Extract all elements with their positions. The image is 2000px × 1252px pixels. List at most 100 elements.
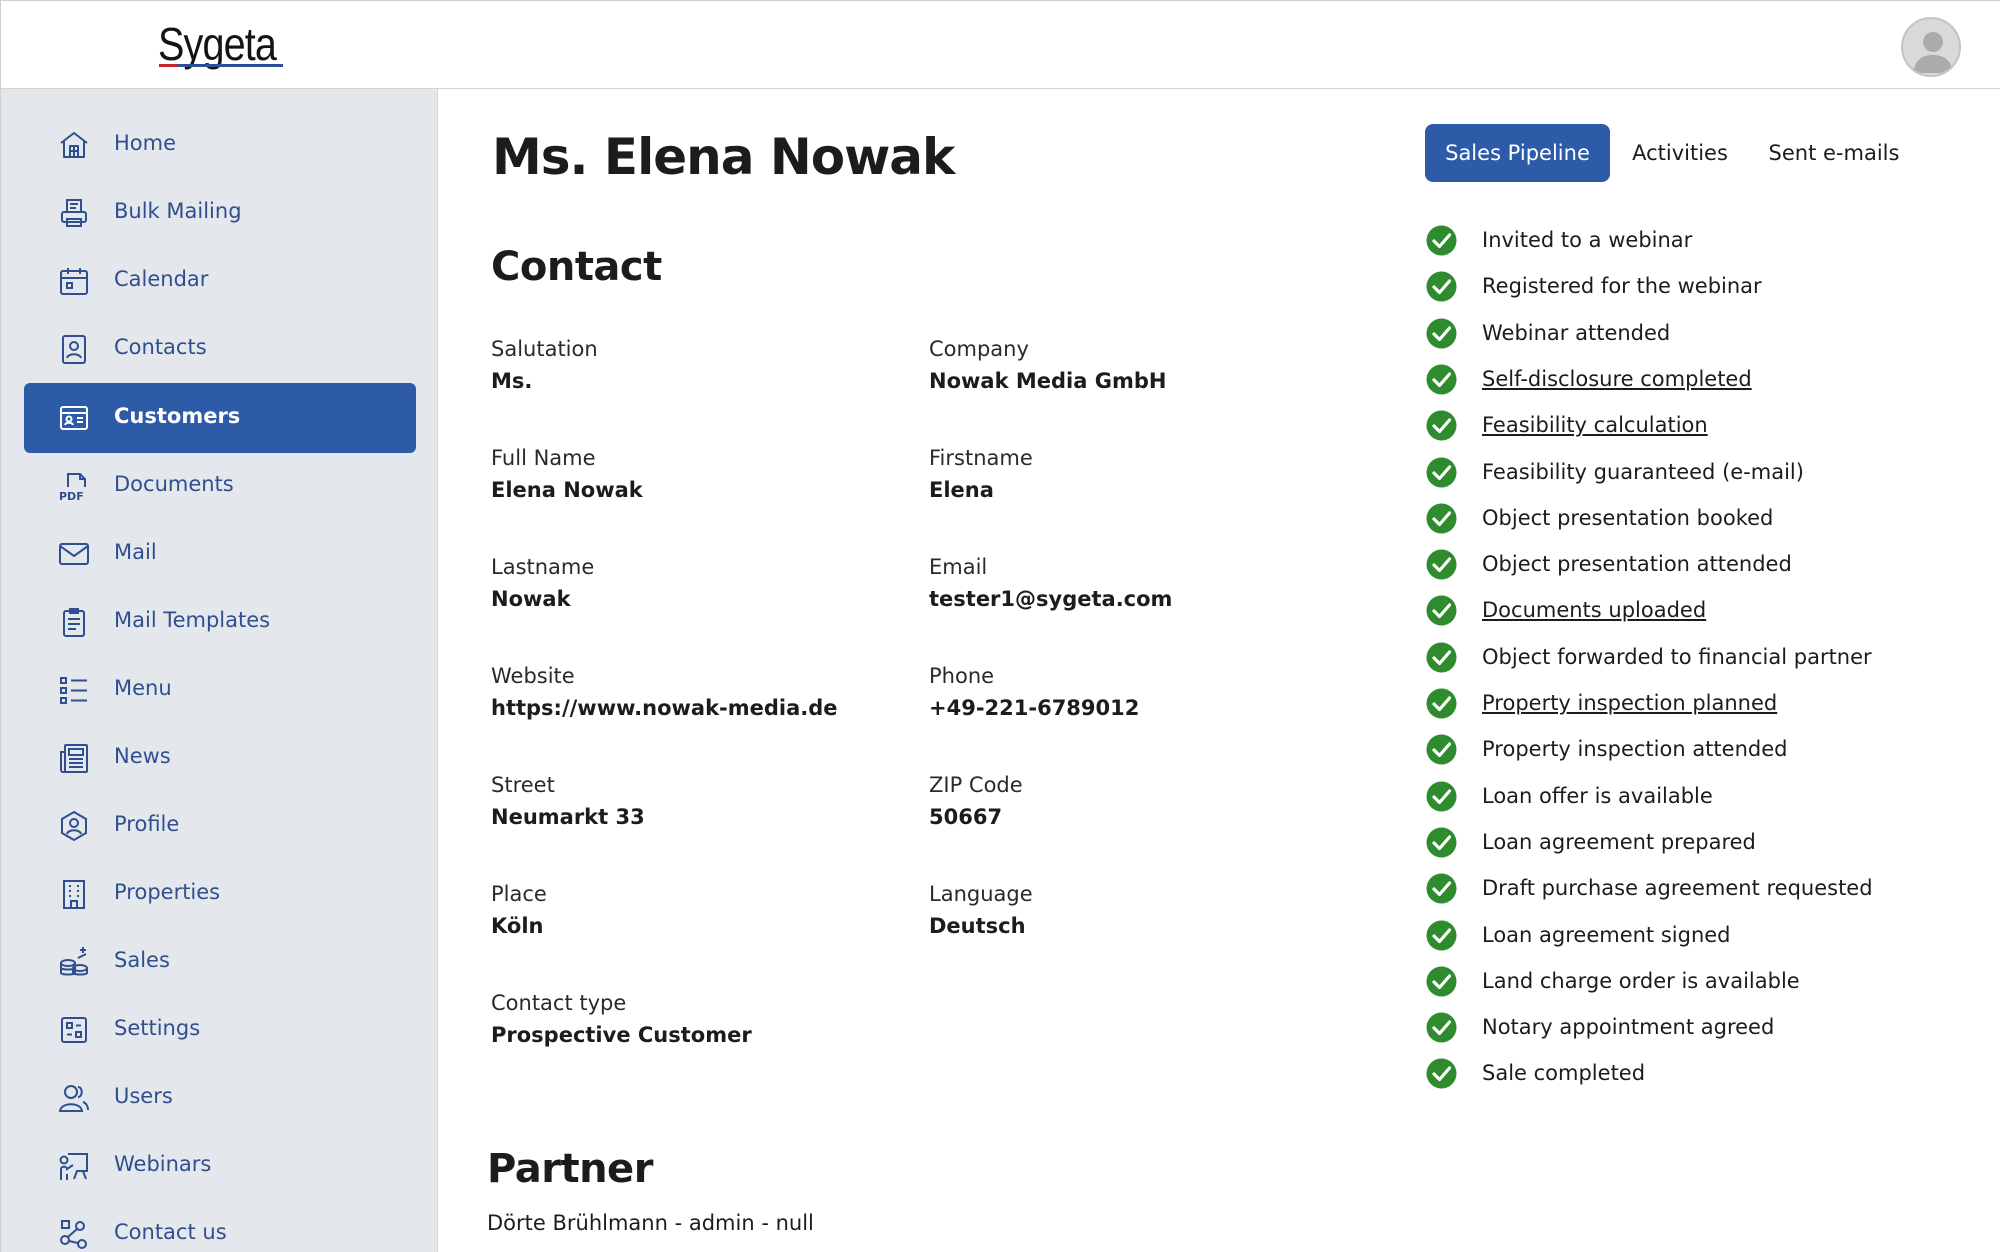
field-label-contact-type: Contact type [491,991,627,1015]
field-label-place: Place [491,882,547,906]
check-circle-icon [1426,1012,1457,1043]
pipeline-step-link[interactable]: Self-disclosure completed [1482,367,1752,391]
field-value-full-name: Elena Nowak [491,478,643,502]
calendar-icon [60,268,88,295]
field-label-zip-code: ZIP Code [929,773,1023,797]
sidebar-item-label: Customers [114,404,241,428]
network-icon [60,1220,87,1249]
field-value-place: Köln [491,914,544,938]
field-value-email: tester1@sygeta.com [929,587,1173,611]
field-label-language: Language [929,882,1033,906]
check-circle-icon [1426,225,1457,256]
pipeline-step-label: Feasibility guaranteed (e-mail) [1482,459,1804,484]
profile-shield-icon [61,810,87,842]
sidebar-item-label: Profile [114,812,180,836]
field-value-zip-code: 50667 [929,805,1003,829]
sidebar-item-news[interactable]: News [24,723,416,793]
sidebar-item-documents[interactable]: PDF Documents [24,451,416,521]
sidebar-item-calendar[interactable]: Calendar [24,246,416,316]
logo[interactable]: Sygeta [158,17,277,71]
sidebar-item-home[interactable]: Home [24,110,416,180]
pipeline-step-label: Webinar attended [1482,320,1671,345]
sidebar-item-label: Mail Templates [114,608,271,632]
page-title: Ms. Elena Nowak [492,128,955,186]
sidebar-item-sales[interactable]: Sales [24,927,416,997]
check-circle-icon [1426,1058,1457,1089]
user-avatar-icon[interactable] [1901,17,1961,77]
tab-activities[interactable]: Activities [1618,124,1742,182]
list-icon [60,677,87,704]
sidebar-item-contacts[interactable]: Contacts [24,314,416,384]
sidebar-item-mail-templates[interactable]: Mail Templates [24,587,416,657]
pipeline-step-link[interactable]: Documents uploaded [1482,598,1706,622]
check-circle-icon [1426,642,1457,673]
sidebar-item-properties[interactable]: Properties [24,859,416,929]
pipeline-step-label: Loan agreement prepared [1482,829,1756,854]
newspaper-icon [60,744,88,773]
field-label-street: Street [491,773,555,797]
sidebar-item-label: News [114,744,171,768]
settings-icon [61,1017,87,1043]
pipeline-step-label: Object forwarded to financial partner [1482,644,1872,669]
pipeline-step-label: Object presentation booked [1482,505,1774,530]
check-circle-icon [1426,688,1457,719]
check-circle-icon [1426,318,1457,349]
sidebar-item-menu[interactable]: Menu [24,655,416,725]
tab-sales-pipeline[interactable]: Sales Pipeline [1425,124,1610,182]
partner-heading: Partner [487,1146,653,1192]
sidebar-item-webinars[interactable]: Webinars [24,1131,416,1201]
check-circle-icon [1426,595,1457,626]
sidebar-item-label: Bulk Mailing [114,199,242,223]
tab-sent-emails[interactable]: Sent e-mails [1752,124,1916,182]
check-circle-icon [1426,827,1457,858]
pipeline-step-label: Sale completed [1482,1061,1646,1086]
customers-icon [60,406,88,430]
sidebar-item-label: Mail [114,540,157,564]
field-value-street: Neumarkt 33 [491,805,645,829]
sidebar-item-label: Contacts [114,335,207,359]
pipeline-step-link[interactable]: Property inspection planned [1482,691,1777,715]
pipeline-step-link[interactable]: Feasibility calculation [1482,413,1708,437]
users-icon [58,1085,89,1112]
contact-heading: Contact [491,244,662,290]
sidebar-item-label: Webinars [114,1152,212,1176]
sidebar-item-users[interactable]: Users [24,1063,416,1133]
field-label-email: Email [929,555,988,579]
field-value-salutation: Ms. [491,369,533,393]
pipeline-step-label: Invited to a webinar [1482,228,1693,252]
field-value-contact-type: Prospective Customer [491,1023,752,1047]
sidebar-item-label: Contact us [114,1220,227,1244]
sidebar-item-bulk-mailing[interactable]: Bulk Mailing [24,178,416,248]
building-icon [63,880,85,909]
pdf-icon: PDF [59,473,86,502]
pipeline-step-label: Notary appointment agreed [1482,1015,1775,1040]
sidebar-item-label: Calendar [114,267,209,291]
sidebar-item-label: Menu [114,676,172,700]
check-circle-icon [1426,734,1457,765]
presentation-icon [59,1153,88,1180]
top-bar: Sygeta [0,0,2000,89]
sidebar-item-settings[interactable]: Settings [24,995,416,1065]
pipeline-step-label: Object presentation attended [1482,552,1792,577]
field-label-website: Website [491,664,575,688]
check-circle-icon [1426,873,1457,904]
sidebar-item-mail[interactable]: Mail [24,519,416,589]
sidebar-item-label: Home [114,131,177,155]
sidebar-item-contact-us[interactable]: Contact us [24,1199,416,1252]
sidebar-item-label: Properties [114,880,221,904]
logo-underline [159,64,283,67]
field-label-company: Company [929,337,1029,361]
field-label-firstname: Firstname [929,446,1033,470]
sidebar-item-customers[interactable]: Customers [24,383,416,453]
sidebar-item-profile[interactable]: Profile [24,791,416,861]
check-circle-icon [1426,364,1457,395]
template-icon [63,608,85,637]
sidebar-item-label: Settings [114,1016,201,1040]
field-value-firstname: Elena [929,478,994,502]
envelope-icon [59,543,89,565]
field-value-website: https://www.nowak-media.de [491,696,838,720]
field-value-lastname: Nowak [491,587,571,611]
pipeline-step-label: Loan offer is available [1482,783,1713,808]
check-circle-icon [1426,503,1457,534]
pipeline-step-label: Property inspection attended [1482,737,1788,762]
